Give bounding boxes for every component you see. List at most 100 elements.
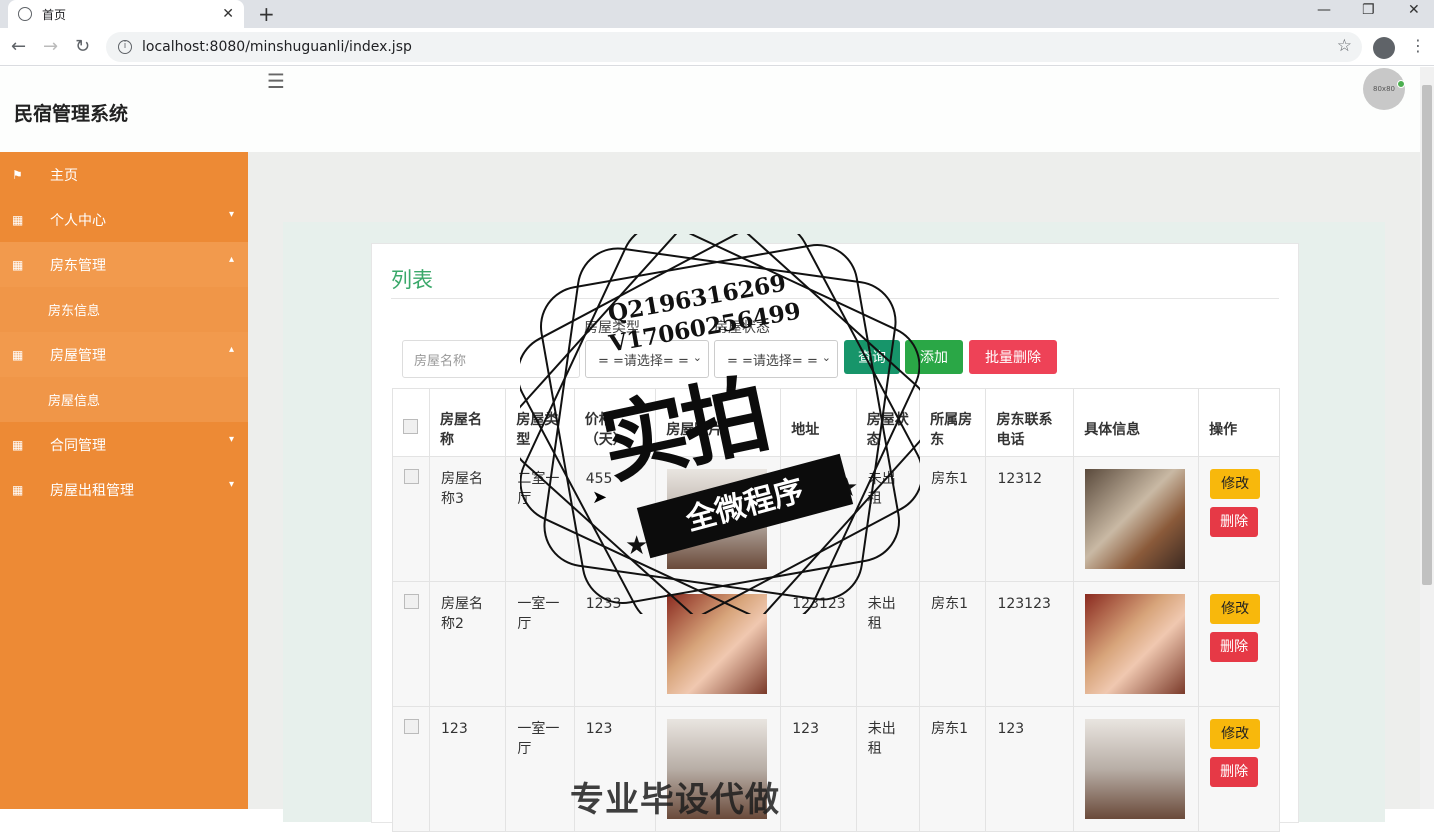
- forward-icon[interactable]: →: [43, 36, 58, 57]
- mouse-cursor-icon: ➤: [592, 487, 608, 508]
- column-header: 操作: [1198, 388, 1280, 457]
- hamburger-icon[interactable]: ☰: [267, 69, 285, 93]
- chevron-down-icon: ⌄: [821, 351, 831, 364]
- cell-phone: 123: [985, 706, 1075, 832]
- column-header: 房屋名称: [428, 388, 507, 457]
- cell-name: 123: [428, 706, 507, 832]
- cell-photo: [655, 581, 782, 707]
- cell-actions: 修改 删除: [1198, 581, 1280, 707]
- column-header: 房东联系电话: [985, 388, 1075, 457]
- sidebar: ⚑ 主页 ▦ 个人中心 ▾ ▦ 房东管理 ▴ 房东信息 ▦ 房屋管理 ▴ 房屋信…: [0, 152, 248, 809]
- cell-address: 123: [780, 706, 857, 832]
- browser-tab[interactable]: 首页 ✕: [8, 0, 244, 28]
- select-all-checkbox[interactable]: [403, 419, 418, 434]
- cell-actions: 修改 删除: [1198, 706, 1280, 832]
- brand-title: 民宿管理系统: [14, 103, 129, 125]
- column-header: 房屋类型: [505, 388, 575, 457]
- avatar-text: 80x80: [1373, 85, 1395, 93]
- url-text: localhost:8080/minshuguanli/index.jsp: [142, 39, 412, 55]
- row-checkbox[interactable]: [404, 469, 419, 484]
- reload-icon[interactable]: ↻: [75, 36, 90, 57]
- bookmark-star-icon[interactable]: ☆: [1337, 36, 1352, 56]
- avatar[interactable]: 80x80: [1363, 68, 1405, 110]
- app-header: 民宿管理系统 ☰ 80x80: [0, 67, 1420, 152]
- column-header: 具体信息: [1073, 388, 1200, 457]
- caret-up-icon: ▴: [228, 344, 234, 355]
- menu-kebab-icon[interactable]: ⋮: [1410, 36, 1426, 55]
- edit-button[interactable]: 修改: [1210, 594, 1261, 624]
- sidebar-item-label: 房东管理: [50, 257, 106, 274]
- sidebar-item-house-mgmt[interactable]: ▦ 房屋管理 ▴: [0, 332, 248, 377]
- panel-title: 列表: [391, 268, 433, 292]
- caret-up-icon: ▴: [228, 254, 234, 265]
- sidebar-item-home[interactable]: ⚑ 主页: [0, 152, 248, 197]
- tab-title: 首页: [42, 7, 67, 22]
- info-icon[interactable]: i: [118, 40, 132, 54]
- cell-address: 123123: [780, 581, 857, 707]
- sidebar-item-label: 房东信息: [48, 304, 101, 319]
- cell-type: 一室一厅: [505, 706, 575, 832]
- select-all-cell: [392, 388, 430, 457]
- minimize-icon[interactable]: —: [1317, 2, 1331, 18]
- detail-photo: [1085, 469, 1186, 569]
- grid-icon: ▦: [12, 482, 24, 497]
- address-bar: ← → ↻ i localhost:8080/minshuguanli/inde…: [0, 28, 1434, 66]
- cell-landlord: 房东1: [919, 456, 987, 582]
- column-header: 地址: [780, 388, 857, 457]
- profile-icon[interactable]: [1373, 37, 1395, 59]
- online-status-dot: [1397, 80, 1405, 88]
- column-header: 房屋状态: [855, 388, 921, 457]
- batch-delete-button[interactable]: 批量删除: [969, 340, 1057, 374]
- sidebar-item-label: 房屋管理: [50, 347, 106, 364]
- grid-icon: ▦: [12, 257, 24, 272]
- row-checkbox[interactable]: [404, 594, 419, 609]
- sidebar-subitem-house-info[interactable]: 房屋信息: [0, 377, 248, 422]
- edit-button[interactable]: 修改: [1210, 469, 1261, 499]
- sidebar-subitem-landlord-info[interactable]: 房东信息: [0, 287, 248, 332]
- cell-name: 房屋名称2: [428, 581, 507, 707]
- sidebar-item-rental-mgmt[interactable]: ▦ 房屋出租管理 ▾: [0, 467, 248, 512]
- new-tab-icon[interactable]: +: [258, 2, 275, 26]
- grid-icon: ▦: [12, 212, 24, 227]
- scrollbar-thumb[interactable]: [1422, 85, 1432, 585]
- sidebar-item-profile[interactable]: ▦ 个人中心 ▾: [0, 197, 248, 242]
- page-scrollbar[interactable]: [1420, 67, 1434, 809]
- sidebar-item-landlord-mgmt[interactable]: ▦ 房东管理 ▴: [0, 242, 248, 287]
- sidebar-item-contract-mgmt[interactable]: ▦ 合同管理 ▾: [0, 422, 248, 467]
- cell-phone: 12312: [985, 456, 1075, 582]
- cell-actions: 修改 删除: [1198, 456, 1280, 582]
- table-row: 123 一室一厅 123 123 未出租 房东1 123 修改 删除: [392, 706, 1280, 832]
- edit-button[interactable]: 修改: [1210, 719, 1261, 749]
- cell-phone: 123123: [985, 581, 1075, 707]
- back-icon[interactable]: ←: [11, 36, 26, 57]
- cell-type: 二室一厅: [505, 456, 575, 582]
- sidebar-item-label: 房屋出租管理: [50, 482, 134, 499]
- sidebar-item-label: 主页: [50, 167, 78, 184]
- bottom-watermark: 专业毕设代做: [570, 780, 780, 820]
- cell-detail: [1073, 581, 1200, 707]
- house-photo: [667, 594, 768, 694]
- caret-down-icon: ▾: [228, 434, 234, 445]
- url-input[interactable]: i localhost:8080/minshuguanli/index.jsp …: [106, 32, 1362, 62]
- detail-photo: [1085, 719, 1186, 819]
- close-window-icon[interactable]: ✕: [1408, 2, 1420, 18]
- detail-photo: [1085, 594, 1186, 694]
- flag-icon: ⚑: [12, 167, 23, 182]
- cell-status: 未出租: [855, 706, 921, 832]
- add-button[interactable]: 添加: [905, 340, 963, 374]
- cell-landlord: 房东1: [919, 581, 987, 707]
- close-tab-icon[interactable]: ✕: [222, 6, 234, 22]
- cell-name: 房屋名称3: [428, 456, 507, 582]
- table-row: 房屋名称2 一室一厅 1233 123123 未出租 房东1 123123 修改: [392, 581, 1280, 707]
- grid-icon: ▦: [12, 347, 24, 362]
- delete-button[interactable]: 删除: [1210, 632, 1259, 662]
- delete-button[interactable]: 删除: [1210, 757, 1259, 787]
- row-checkbox[interactable]: [404, 719, 419, 734]
- search-button[interactable]: 查询: [844, 340, 900, 374]
- restore-icon[interactable]: ❐: [1362, 2, 1375, 18]
- globe-icon: [18, 7, 32, 21]
- delete-button[interactable]: 删除: [1210, 507, 1259, 537]
- content-wrapper: 列表 房屋类型 房屋状态 房屋名称 = =请选择= = ⌄ = =请选择= = …: [283, 222, 1385, 832]
- caret-down-icon: ▾: [228, 209, 234, 220]
- house-name-input[interactable]: 房屋名称: [402, 340, 580, 378]
